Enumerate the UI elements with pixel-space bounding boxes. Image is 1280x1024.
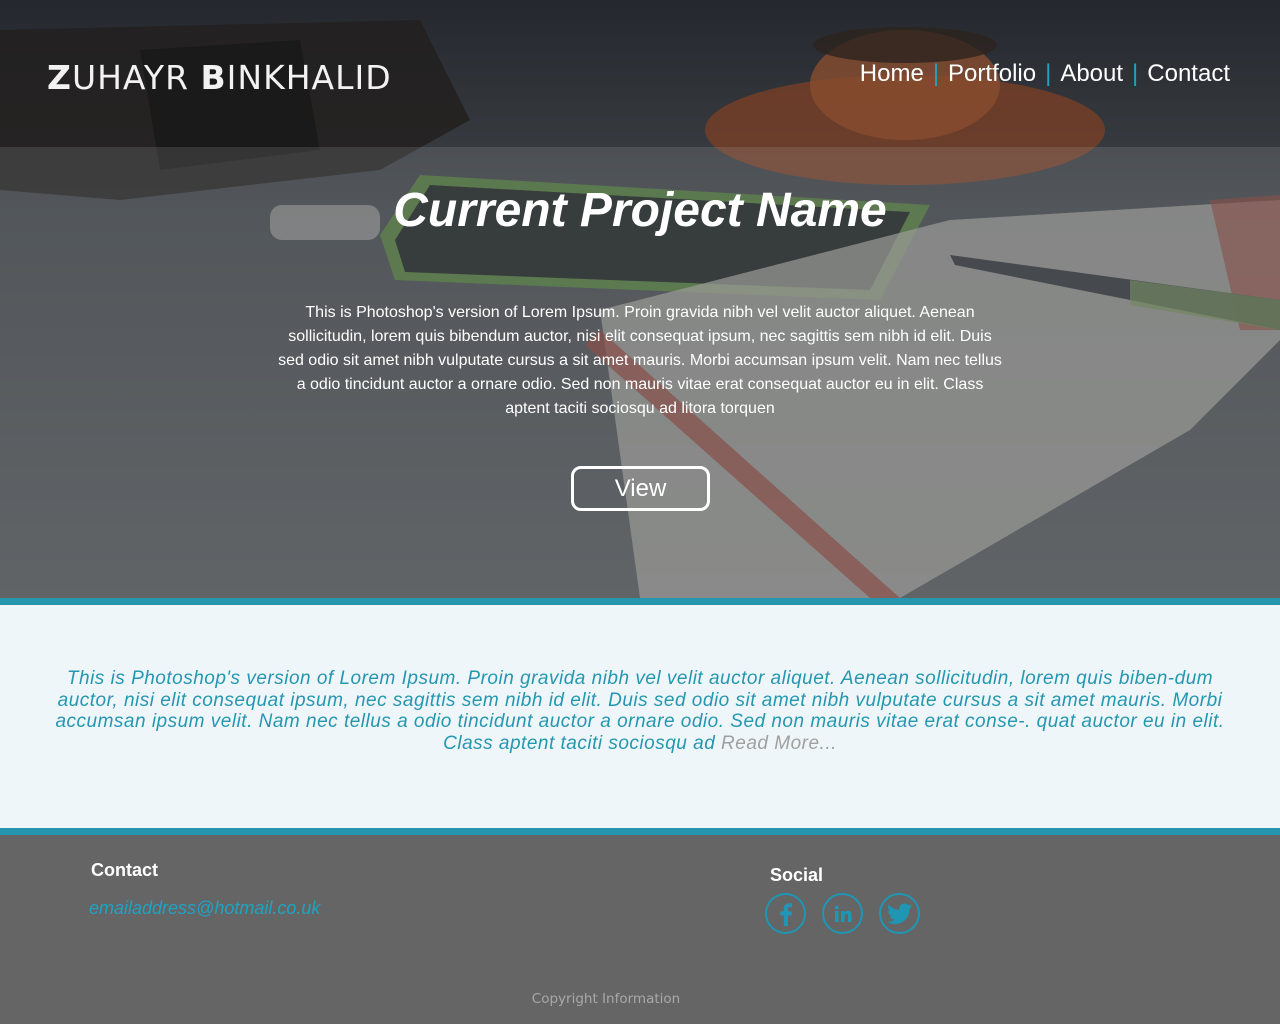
nav-separator: |	[1132, 60, 1139, 87]
nav-portfolio[interactable]: Portfolio	[948, 60, 1036, 88]
brand-last-rest: INKHALID	[226, 58, 392, 97]
about-text: This is Photoshop's version of Lorem Ips…	[45, 668, 1235, 754]
project-description: This is Photoshop's version of Lorem Ips…	[278, 304, 1002, 417]
main-nav: Home | Portfolio | About | Contact	[860, 60, 1230, 88]
footer: Contact emailaddress@hotmail.co.uk Socia…	[0, 835, 1280, 1024]
read-more-link[interactable]: Read More...	[721, 733, 837, 754]
accent-divider-bottom	[0, 828, 1280, 835]
nav-contact[interactable]: Contact	[1147, 60, 1230, 88]
nav-separator: |	[1045, 60, 1052, 87]
social-heading: Social	[770, 865, 824, 885]
nav-about[interactable]: About	[1060, 60, 1123, 88]
copyright-text: Copyright Information	[531, 991, 681, 1007]
accent-divider-top	[0, 598, 1280, 605]
facebook-icon[interactable]	[765, 893, 806, 934]
project-title: Current Project Name	[393, 184, 887, 237]
view-button[interactable]: View	[571, 466, 710, 511]
email-link[interactable]: emailaddress@hotmail.co.uk	[89, 898, 320, 919]
social-links	[765, 893, 936, 934]
contact-heading: Contact	[91, 860, 158, 880]
about-section: This is Photoshop's version of Lorem Ips…	[0, 605, 1280, 828]
hero-section: ZUHAYR BINKHALID Home | Portfolio | Abou…	[0, 0, 1280, 598]
nav-separator: |	[932, 60, 940, 87]
brand-first-initial: Z	[47, 58, 72, 97]
twitter-icon[interactable]	[879, 893, 920, 934]
site-logo[interactable]: ZUHAYR BINKHALID	[47, 58, 392, 97]
brand-first-rest: UHAYR	[71, 58, 201, 97]
brand-last-initial: B	[200, 58, 227, 97]
linkedin-icon[interactable]	[822, 893, 863, 934]
about-body: This is Photoshop's version of Lorem Ips…	[55, 668, 1225, 754]
nav-home[interactable]: Home	[860, 60, 924, 88]
